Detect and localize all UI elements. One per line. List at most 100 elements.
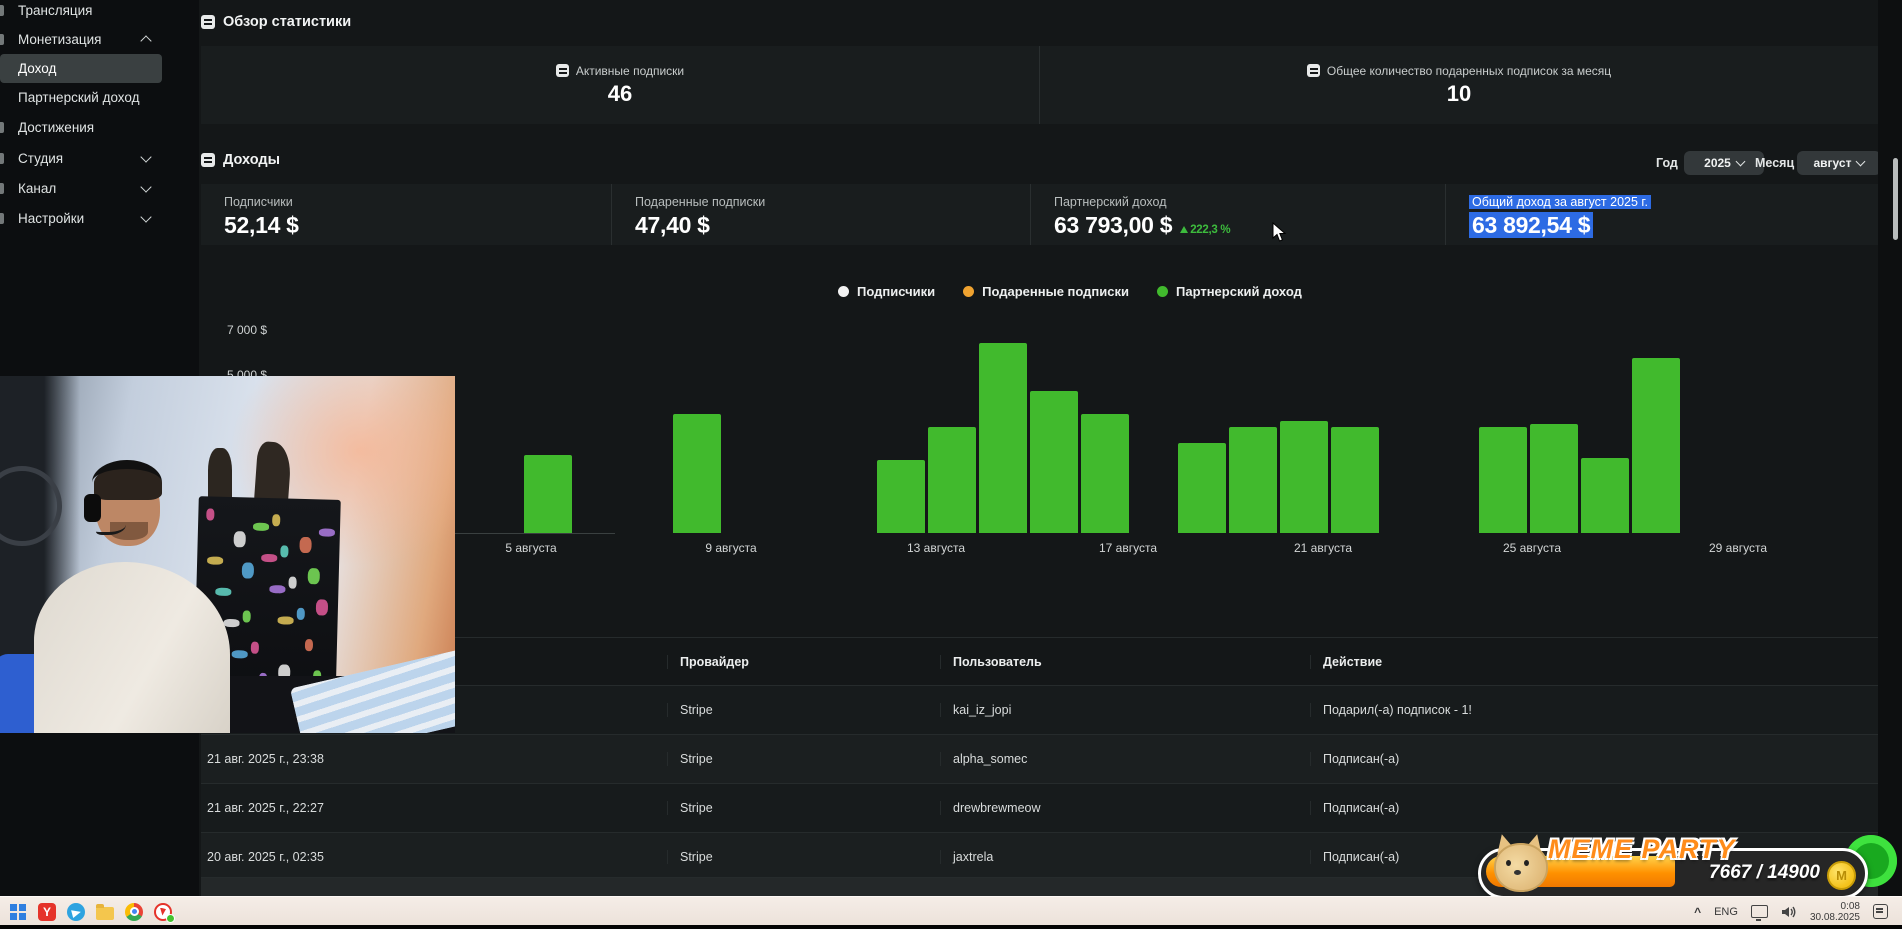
active-subs-value: 46 (607, 80, 633, 106)
overview-title: Обзор статистики (223, 14, 352, 30)
chart-bar-20-августа[interactable] (1229, 427, 1277, 533)
scrollbar-thumb[interactable] (1893, 158, 1898, 240)
sidebar-item-6[interactable]: Студия (0, 144, 162, 173)
legend-dot-white (838, 286, 849, 297)
taskbar: Y ^ ENG 0:08 30.08.2025 (0, 896, 1902, 926)
yandex-music-icon[interactable]: Y (37, 902, 57, 922)
clock[interactable]: 0:08 30.08.2025 (1810, 901, 1860, 923)
sticker-dot (242, 610, 251, 623)
table-cell: 20 авг. 2025 г., 02:35 (207, 850, 324, 864)
language-indicator[interactable]: ENG (1714, 906, 1738, 918)
table-cell: drewbrewmeow (940, 801, 1310, 815)
sidebar-item-label: Монетизация (18, 32, 102, 47)
income-section-title: Доходы (201, 152, 280, 168)
bottom-black-strip (0, 925, 1902, 929)
file-explorer-icon[interactable] (95, 902, 115, 922)
yandex-browser-icon[interactable] (153, 902, 175, 923)
chart-bar-17-августа[interactable] (1081, 414, 1129, 533)
chevron-down-icon (140, 151, 152, 163)
coin-icon: M (1827, 861, 1856, 890)
sidebar-item-4[interactable]: Партнерский доход (0, 83, 162, 112)
sidebar-item-label: Настройки (18, 211, 85, 226)
chart-bar-27-августа[interactable] (1581, 458, 1629, 533)
chrome-icon[interactable] (124, 902, 144, 922)
table-cell: 21 авг. 2025 г., 22:27 (207, 801, 324, 815)
sticker-dot (280, 545, 289, 558)
mouse-cursor (1272, 222, 1287, 242)
sidebar-item-8[interactable]: Настройки (0, 204, 162, 233)
legend-partner[interactable]: Партнерский доход (1157, 284, 1302, 299)
sticker-dot (250, 641, 260, 654)
sticker-dot (272, 514, 281, 527)
time: 0:08 (1840, 900, 1860, 912)
table-cell: Подписан(-а) (1310, 801, 1878, 815)
chart-bar-9-августа[interactable] (673, 414, 721, 533)
sidebar-item-7[interactable]: Канал (0, 174, 162, 203)
chart-bar-19-августа[interactable] (1178, 443, 1226, 533)
sidebar-item-2[interactable]: Монетизация (0, 25, 162, 54)
chart-bar-13-августа[interactable] (877, 460, 925, 533)
windows-start-button[interactable] (8, 902, 28, 922)
chart-bar-6-августа[interactable] (524, 455, 572, 533)
doge-icon (1492, 832, 1548, 892)
chart-legend: Подписчики Подаренные подписки Партнерск… (838, 284, 1302, 299)
chevron-down-icon (1735, 156, 1746, 167)
y-axis-label-7000: 7 000 $ (227, 323, 268, 337)
sticker-dot (241, 562, 255, 579)
x-tick-label: 17 августа (1098, 541, 1157, 555)
chart-bar-26-августа[interactable] (1530, 424, 1578, 533)
sidebar-item-1[interactable]: Трансляция (0, 0, 162, 25)
sidebar-item-label: Доход (18, 61, 57, 76)
legend-subscribers[interactable]: Подписчики (838, 284, 935, 299)
sidebar-item-label: Партнерский доход (18, 90, 140, 105)
partner-delta: 222,3 % (1190, 224, 1231, 236)
sidebar-item-5[interactable]: Достижения (0, 113, 162, 142)
month-dropdown[interactable]: август (1797, 151, 1881, 175)
table-cell: alpha_somec (940, 752, 1310, 766)
sidebar-item-3[interactable]: Доход (0, 54, 162, 83)
chart-bar-14-августа[interactable] (928, 427, 976, 533)
subscribers-value: 52,14 $ (224, 212, 299, 238)
partner-label: Партнерский доход (1054, 195, 1167, 209)
subscribers-label: Подписчики (224, 195, 293, 209)
chart-bar-16-августа[interactable] (1030, 391, 1078, 533)
table-cell: Stripe (667, 850, 940, 864)
chevron-up-icon (140, 35, 152, 47)
chart-bar-28-августа[interactable] (1632, 358, 1680, 533)
sidebar-icon-fragment (0, 183, 4, 194)
sidebar-icon-fragment (0, 153, 4, 164)
chart-bar-15-августа[interactable] (979, 343, 1027, 533)
chart-bar-25-августа[interactable] (1479, 427, 1527, 533)
legend-dot-green (1157, 286, 1168, 297)
x-tick-label: 21 августа (1293, 541, 1352, 555)
legend-dot-orange (963, 286, 975, 297)
sidebar-icon-fragment (0, 213, 4, 224)
sticker-dot (269, 585, 286, 594)
active-subs-stat: Активные подписки 46 (201, 46, 1039, 124)
month-value: август (1813, 156, 1852, 170)
tray-expand-chevron[interactable]: ^ (1694, 905, 1701, 919)
overview-stats-card: Активные подписки 46 Общее количество по… (201, 46, 1878, 124)
chart-bar-21-августа[interactable] (1280, 421, 1328, 533)
sticker-dot (261, 553, 278, 563)
chevron-down-icon (1856, 156, 1866, 167)
x-tick-label: 29 августа (1708, 541, 1767, 555)
chart-bar-22-августа[interactable] (1331, 427, 1379, 533)
display-icon[interactable] (1750, 905, 1768, 921)
notification-center-icon[interactable] (1873, 904, 1888, 919)
date: 30.08.2025 (1809, 911, 1860, 923)
telegram-icon[interactable] (66, 902, 86, 922)
taskbar-icons: Y (8, 902, 175, 923)
chevron-down-icon (140, 211, 152, 223)
table-cell: Stripe (667, 703, 940, 717)
headphones-band (92, 460, 162, 505)
legend-gifted[interactable]: Подаренные подписки (963, 284, 1129, 299)
speaker-icon[interactable] (1781, 905, 1797, 919)
sticker-dot (315, 599, 329, 616)
table-row: 21 авг. 2025 г., 22:27 Stripe drewbrewmeow… (201, 783, 1878, 832)
partner-value: 63 793,00 $ 222,3 % (1054, 212, 1445, 239)
subscribers-card: Подписчики 52,14 $ (201, 184, 611, 245)
table-cell: 21 авг. 2025 г., 23:38 (207, 752, 324, 766)
year-dropdown[interactable]: 2025 (1684, 151, 1764, 175)
total-label: Общий доход за август 2025 г. (1469, 195, 1651, 209)
